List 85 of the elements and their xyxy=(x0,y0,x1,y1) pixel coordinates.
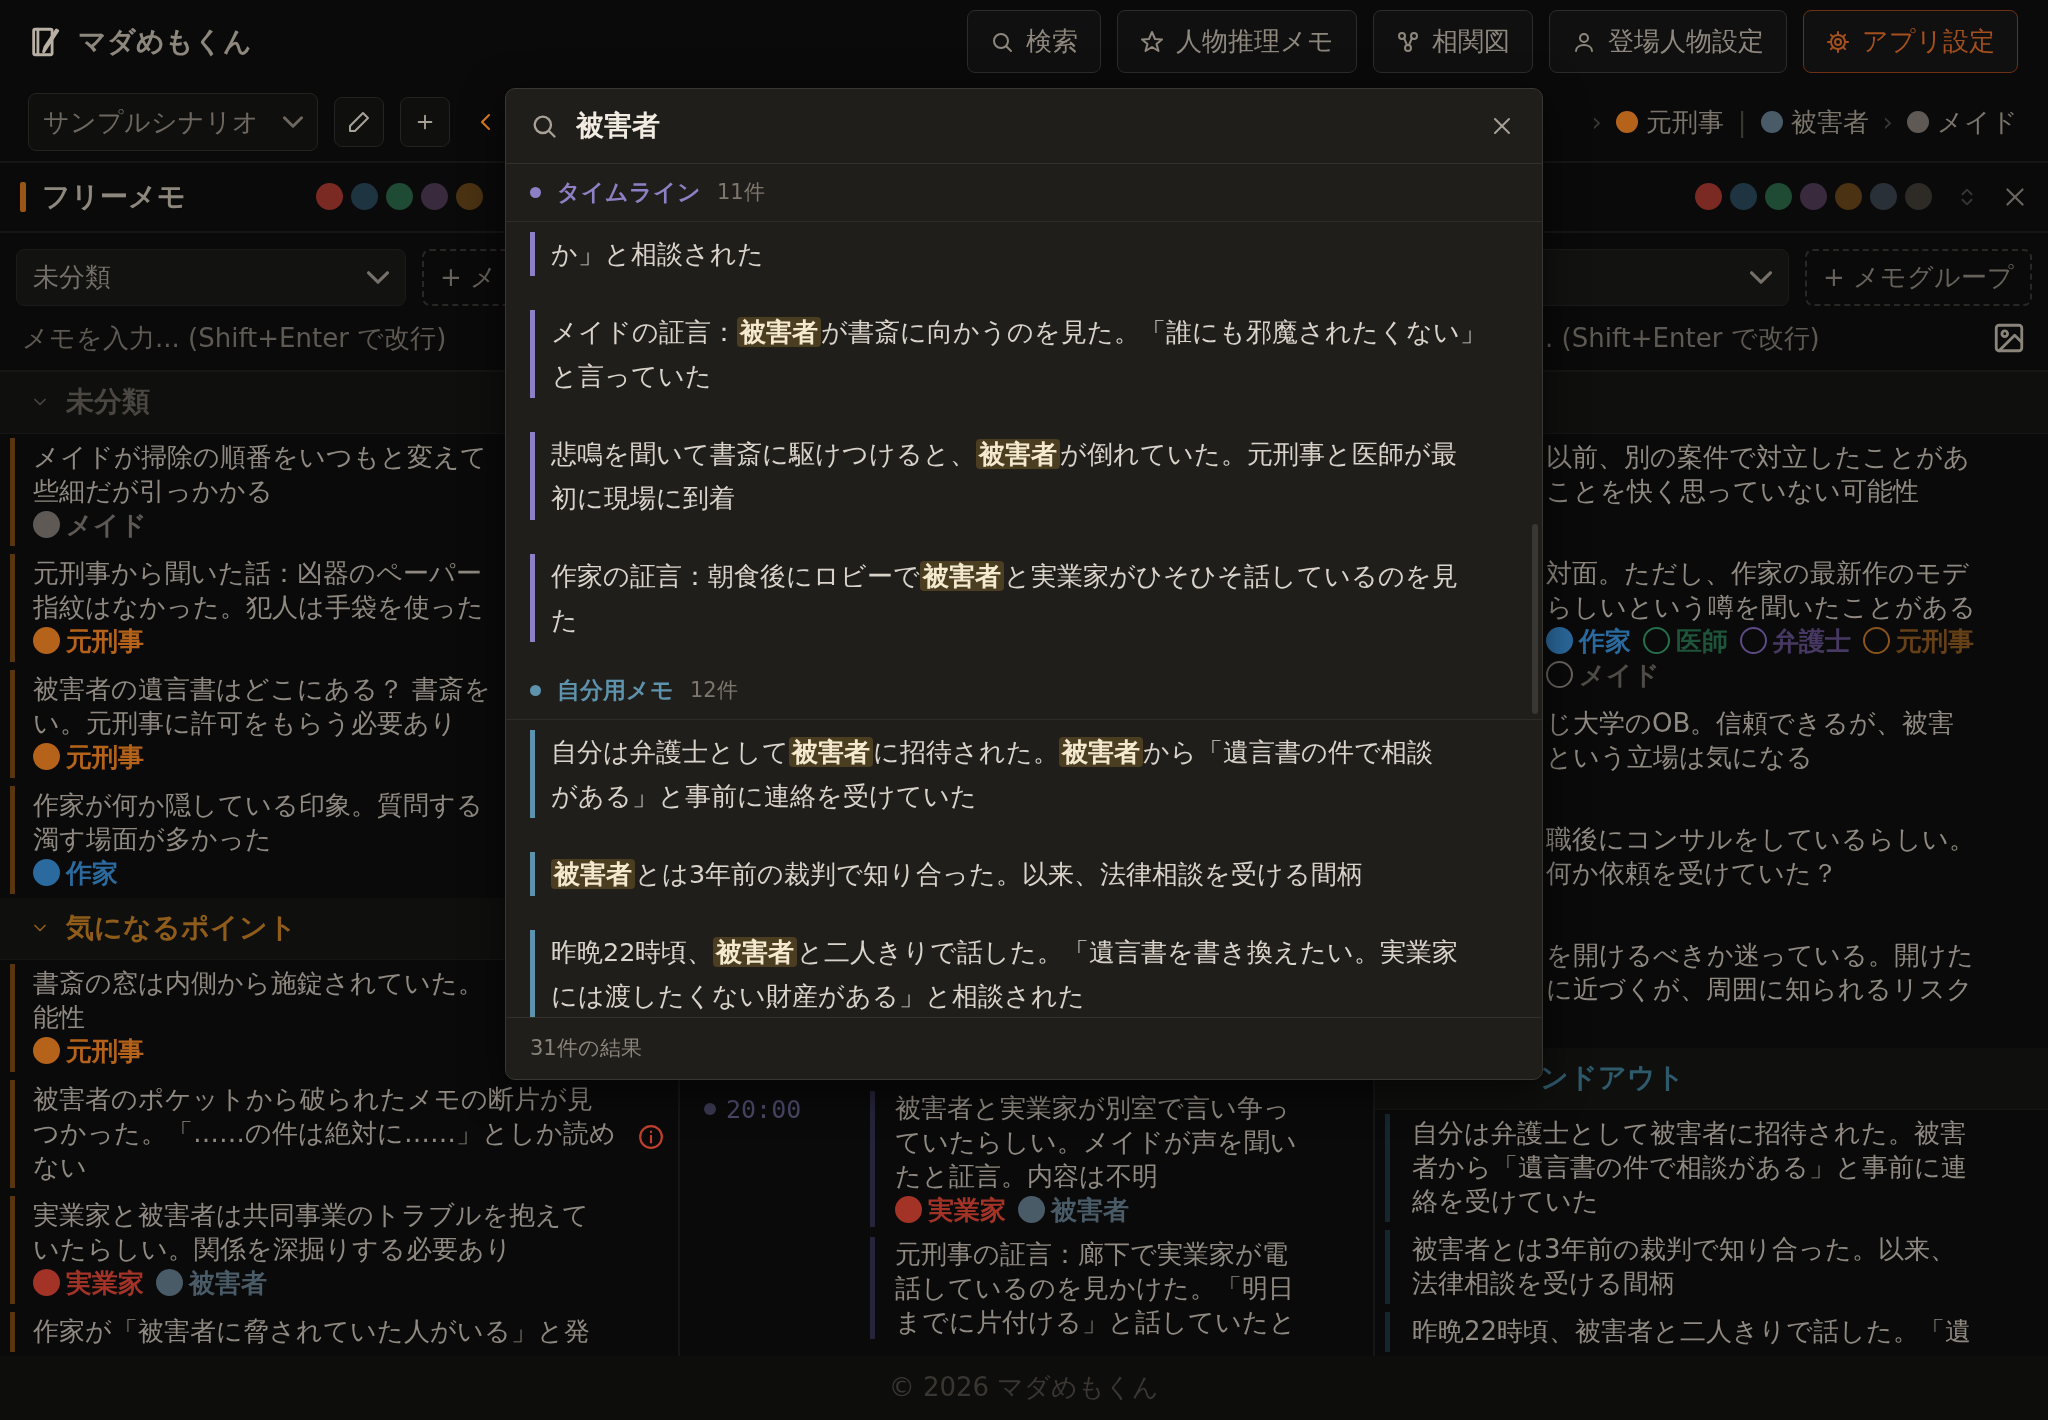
character-tag: 元刑事 xyxy=(66,623,144,658)
result-count: 11件 xyxy=(717,178,765,206)
nav-button[interactable]: 登場人物設定 xyxy=(1549,10,1787,74)
memo-text: 作家が何か隠している印象。質問する 濁す場面が多かった xyxy=(33,788,483,856)
pencil-icon xyxy=(347,110,371,135)
character-tag: 実業家 xyxy=(66,1265,144,1300)
memo-text: 作家が「被害者に脅されていた人がいる」と発 xyxy=(33,1314,590,1348)
memo-text: 被害者の遺言書はどこにある？ 書斎を い。元刑事に許可をもらう必要あり xyxy=(33,672,492,740)
memo-text: 実業家と被害者は共同事業のトラブルを抱えて いたらしい。関係を深掘りする必要あり xyxy=(33,1198,589,1266)
memo-text: 以前、別の案件で対立したことがあ ことを快く思っていない可能性 xyxy=(1546,440,1970,508)
nav-button[interactable]: 相関図 xyxy=(1373,10,1533,74)
memo-text: 被害者のポケットから破られたメモの断片が見 つかった。「……の件は絶対に……」としか読め ない xyxy=(33,1082,616,1184)
add-button[interactable] xyxy=(400,97,450,148)
chevron-down-icon xyxy=(1749,271,1772,285)
memo-input[interactable]: . (Shift+Enter で改行) xyxy=(1545,318,1820,358)
color-filter[interactable] xyxy=(386,183,413,211)
separator: | xyxy=(1736,105,1748,140)
character-tag: 元刑事 xyxy=(66,739,144,774)
chevron-down-icon xyxy=(367,271,389,285)
group-title: タイムライン xyxy=(557,178,701,208)
character-tag[interactable]: 作家 xyxy=(1579,623,1631,658)
character-tag[interactable]: メイド xyxy=(1579,657,1660,692)
nodes-icon xyxy=(1396,29,1420,54)
separator: › xyxy=(1590,105,1603,139)
memo-text: 書斎の窓は内側から施錠されていた。 能性 xyxy=(33,966,484,1034)
star-icon xyxy=(1140,29,1164,54)
add-group-button[interactable]: + メモグループ xyxy=(1804,249,2032,307)
character-tag: 元刑事 xyxy=(66,1033,144,1068)
nav-button[interactable]: 検索 xyxy=(967,10,1101,74)
color-filter[interactable] xyxy=(1835,183,1862,211)
memo-text: メイドが掃除の順番をいつもと変えて 些細だが引っかかる xyxy=(33,440,487,508)
color-filter[interactable] xyxy=(1695,183,1722,211)
accent-bar xyxy=(20,181,26,212)
search-result[interactable]: 昨晩22時頃、被害者と二人きりで話した。「遺言書を書き換えたい。実業家 には渡したくない財産がある」と相談された xyxy=(551,930,1518,1017)
color-filter[interactable] xyxy=(1905,183,1932,211)
color-filter[interactable] xyxy=(1800,183,1827,211)
scenario-select[interactable]: サンプルシナリオ xyxy=(28,93,318,152)
section-title[interactable]: ンドアウト xyxy=(1540,1057,1685,1100)
edit-button[interactable] xyxy=(334,97,384,148)
nav-button[interactable]: アプリ設定 xyxy=(1803,10,2018,74)
memo-text: 対面。ただし、作家の最新作のモデ らしいという噂を聞いたことがある xyxy=(1546,556,1976,624)
search-result[interactable]: 自分は弁護士として被害者に招待された。被害者から「遺言書の件で相談 がある」と事前に連絡を受けていた xyxy=(551,730,1518,818)
memo-text: を開けるべきか迷っている。開けた に近づくが、周囲に知られるリスク xyxy=(1546,938,1974,1006)
color-filter[interactable] xyxy=(351,183,378,211)
timeline-dot xyxy=(704,1102,716,1115)
color-filter[interactable] xyxy=(1870,183,1897,211)
group-title: 自分用メモ xyxy=(557,676,674,706)
color-filter[interactable] xyxy=(421,183,448,211)
memo-text: 自分は弁護士として被害者に招待された。被害 者から「遺言書の件で相談がある」と事前に連 絡を受けていた xyxy=(1412,1116,1967,1218)
panel-title: フリーメモ xyxy=(42,178,186,215)
memo-text: 元刑事の証言：廊下で実業家が電 話しているのを見かけた。「明日 までに片付ける」と話していたと xyxy=(895,1237,1296,1339)
character-tag[interactable]: 元刑事 xyxy=(1896,623,1974,658)
character-link[interactable]: メイド xyxy=(1937,102,2018,142)
scrollbar-thumb[interactable] xyxy=(1532,524,1538,714)
character-tag: 作家 xyxy=(66,855,118,890)
color-filter[interactable] xyxy=(316,183,343,211)
character-link[interactable]: 被害者 xyxy=(1790,102,1869,142)
memo-text: 元刑事から聞いた話：凶器のペーパー 指紋はなかった。犯人は手袋を使った xyxy=(33,556,484,624)
chevron-down-icon xyxy=(283,116,303,129)
color-filter[interactable] xyxy=(456,183,483,211)
character-link[interactable]: 元刑事 xyxy=(1645,102,1724,142)
search-result[interactable]: か」と相談された xyxy=(551,232,1518,276)
character-tag: メイド xyxy=(66,507,147,542)
separator: › xyxy=(1881,105,1894,139)
memo-text: 被害者と実業家が別室で言い争っ ていたらしい。メイドが声を聞い たと証言。内容は不明 xyxy=(895,1091,1297,1193)
character-tag: 実業家 xyxy=(928,1192,1006,1227)
search-result[interactable]: 作家の証言：朝食後にロビーで被害者と実業家がひそひそ話しているのを見 た xyxy=(551,554,1518,642)
result-count: 12件 xyxy=(690,676,738,704)
character-tag: 被害者 xyxy=(1051,1192,1129,1227)
search-result[interactable]: 被害者とは3年前の裁判で知り合った。以来、法律相談を受ける間柄 xyxy=(551,852,1518,896)
color-filter[interactable] xyxy=(1765,183,1792,211)
app-title: マダめもくん xyxy=(78,23,252,60)
memo-text: 職後にコンサルをしているらしい。 何か依頼を受けていた？ xyxy=(1546,822,1975,890)
memo-text: 被害者とは3年前の裁判で知り合った。以来、 法律相談を受ける間柄 xyxy=(1412,1232,1956,1300)
result-summary: 31件の結果 xyxy=(530,1034,642,1062)
group-select[interactable]: 未分類 xyxy=(16,249,406,307)
gear-icon xyxy=(1826,29,1850,54)
nav-button[interactable]: 人物推理メモ xyxy=(1117,10,1357,74)
memo-text: 昨晩22時頃、被害者と二人きりで話した。「遺 xyxy=(1412,1314,1972,1348)
character-tag[interactable]: 医師 xyxy=(1676,623,1728,658)
memo-text: じ大学のOB。信頼できるが、被害 という立場は気になる xyxy=(1546,706,1955,774)
search-result[interactable]: 悲鳴を聞いて書斎に駆けつけると、被害者が倒れていた。元刑事と医師が最 初に現場に到着 xyxy=(551,432,1518,520)
time-label: 20:00 xyxy=(726,1093,803,1126)
character-tag: 被害者 xyxy=(189,1265,267,1300)
color-filter[interactable] xyxy=(1730,183,1757,211)
